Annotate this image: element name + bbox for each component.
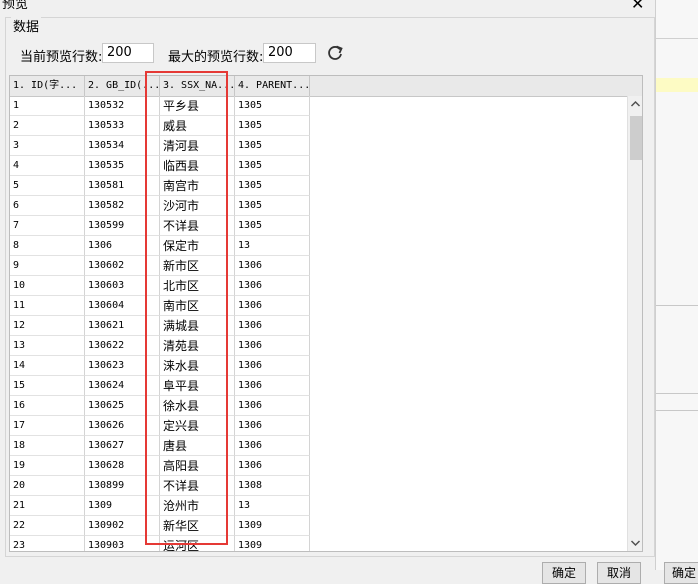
cell-parent[interactable]: 1308 bbox=[235, 476, 310, 496]
cell-id[interactable]: 22 bbox=[10, 516, 85, 536]
preview-table: 1. ID(字... 2. GB_ID(... 3. SSX_NA... 4. … bbox=[9, 75, 643, 552]
cell-parent[interactable]: 1306 bbox=[235, 316, 310, 336]
max-rows-label: 最大的预览行数: bbox=[168, 50, 264, 65]
cell-id[interactable]: 13 bbox=[10, 336, 85, 356]
cell-parent[interactable]: 1305 bbox=[235, 136, 310, 156]
cell-id[interactable]: 17 bbox=[10, 416, 85, 436]
cell-id[interactable]: 10 bbox=[10, 276, 85, 296]
current-rows-label: 当前预览行数: bbox=[20, 50, 103, 65]
cell-id[interactable]: 1 bbox=[10, 96, 85, 116]
cell-id[interactable]: 19 bbox=[10, 456, 85, 476]
cell-id[interactable]: 15 bbox=[10, 376, 85, 396]
cell-id[interactable]: 14 bbox=[10, 356, 85, 376]
cell-parent[interactable]: 13 bbox=[235, 496, 310, 516]
cell-id[interactable]: 7 bbox=[10, 216, 85, 236]
max-rows-input[interactable] bbox=[263, 43, 316, 63]
cell-id[interactable]: 18 bbox=[10, 436, 85, 456]
highlighted-line bbox=[656, 78, 698, 92]
cell-id[interactable]: 16 bbox=[10, 396, 85, 416]
cell-parent[interactable]: 1306 bbox=[235, 336, 310, 356]
table-header: 1. ID(字... 2. GB_ID(... 3. SSX_NA... 4. … bbox=[10, 76, 642, 97]
background-window-edge bbox=[655, 0, 698, 570]
cell-id[interactable]: 21 bbox=[10, 496, 85, 516]
ok-button-right[interactable]: 确定 bbox=[664, 562, 698, 584]
preview-dialog: 预览 ✕ 数据 当前预览行数: 最大的预览行数: 1. ID(字... 2. G… bbox=[0, 0, 655, 570]
column-header-parent[interactable]: 4. PARENT... bbox=[235, 76, 310, 96]
cell-id[interactable]: 5 bbox=[10, 176, 85, 196]
cell-parent[interactable]: 1306 bbox=[235, 416, 310, 436]
cell-parent[interactable]: 1306 bbox=[235, 356, 310, 376]
cell-id[interactable]: 6 bbox=[10, 196, 85, 216]
cell-parent[interactable]: 1306 bbox=[235, 396, 310, 416]
close-icon[interactable]: ✕ bbox=[631, 0, 644, 13]
current-rows-input[interactable] bbox=[102, 43, 154, 63]
cell-parent[interactable]: 1306 bbox=[235, 436, 310, 456]
highlight-box bbox=[145, 71, 228, 545]
cell-parent[interactable]: 1306 bbox=[235, 376, 310, 396]
cancel-button[interactable]: 取消 bbox=[597, 562, 641, 584]
cell-parent[interactable]: 1306 bbox=[235, 296, 310, 316]
column-header-id[interactable]: 1. ID(字... bbox=[10, 76, 85, 96]
cell-parent[interactable]: 1306 bbox=[235, 256, 310, 276]
cell-id[interactable]: 12 bbox=[10, 316, 85, 336]
vertical-scrollbar[interactable] bbox=[627, 96, 642, 551]
cell-id[interactable]: 4 bbox=[10, 156, 85, 176]
arrow-down-icon[interactable] bbox=[628, 535, 642, 551]
cell-parent[interactable]: 1305 bbox=[235, 156, 310, 176]
cell-id[interactable]: 11 bbox=[10, 296, 85, 316]
cell-id[interactable]: 3 bbox=[10, 136, 85, 156]
cell-parent[interactable]: 1309 bbox=[235, 536, 310, 551]
cell-parent[interactable]: 1306 bbox=[235, 456, 310, 476]
cell-id[interactable]: 20 bbox=[10, 476, 85, 496]
cell-id[interactable]: 8 bbox=[10, 236, 85, 256]
cell-parent[interactable]: 1305 bbox=[235, 216, 310, 236]
cell-id[interactable]: 2 bbox=[10, 116, 85, 136]
cell-parent[interactable]: 1309 bbox=[235, 516, 310, 536]
cell-id[interactable]: 23 bbox=[10, 536, 85, 551]
arrow-up-icon[interactable] bbox=[628, 96, 642, 112]
ok-button[interactable]: 确定 bbox=[542, 562, 586, 584]
refresh-icon[interactable] bbox=[325, 43, 345, 63]
cell-parent[interactable]: 1305 bbox=[235, 196, 310, 216]
cell-parent[interactable]: 1305 bbox=[235, 176, 310, 196]
cell-parent[interactable]: 1305 bbox=[235, 96, 310, 116]
dialog-title: 预览 bbox=[2, 0, 29, 12]
cell-parent[interactable]: 1305 bbox=[235, 116, 310, 136]
cell-id[interactable]: 9 bbox=[10, 256, 85, 276]
cell-parent[interactable]: 1306 bbox=[235, 276, 310, 296]
data-group-label: 数据 bbox=[11, 16, 42, 35]
scrollbar-thumb[interactable] bbox=[630, 116, 642, 160]
cell-parent[interactable]: 13 bbox=[235, 236, 310, 256]
